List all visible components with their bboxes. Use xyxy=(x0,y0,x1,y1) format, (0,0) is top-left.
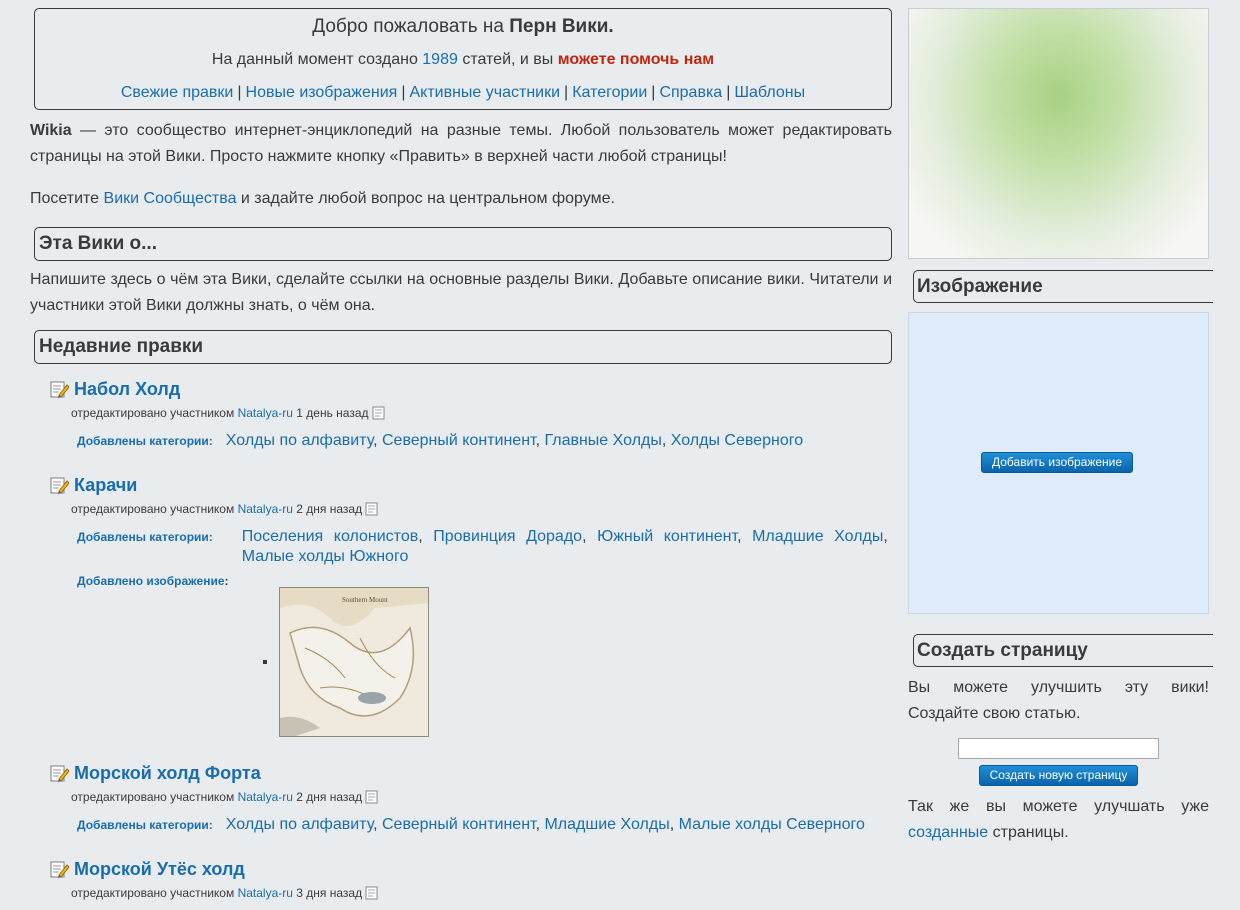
edit-page-icon xyxy=(50,381,70,398)
sidebar-image[interactable] xyxy=(908,8,1209,259)
user-link[interactable]: Natalya-ru xyxy=(238,885,293,901)
intro-paragraph: Wikia — это сообщество интернет-энциклоп… xyxy=(30,122,892,165)
category-link[interactable]: Холды по алфавиту xyxy=(226,816,373,833)
community-wiki-link[interactable]: Вики Сообщества xyxy=(104,190,237,207)
main-content: Добро пожаловать на Перн Вики. На данный… xyxy=(30,8,892,901)
category-link[interactable]: Поселения колонистов xyxy=(242,528,418,545)
categories-list: Холды по алфавиту, Северный континент, М… xyxy=(225,816,865,833)
category-link[interactable]: Северный континент xyxy=(382,432,536,449)
edit-meta: отредактировано участником Natalya-ru 3 … xyxy=(71,885,892,901)
edit-page-icon xyxy=(50,477,70,494)
category-link[interactable]: Главные Холды xyxy=(544,432,661,449)
about-text: Напишите здесь о чём эта Вики, сделайте … xyxy=(30,271,892,314)
edit-page-icon xyxy=(50,861,70,878)
diff-icon[interactable] xyxy=(365,502,379,516)
svg-text:Southern Mount: Southern Mount xyxy=(342,596,388,604)
added-image: Southern Mount xyxy=(263,587,892,737)
recent-changes-link[interactable]: Свежие правки xyxy=(121,84,233,101)
help-link[interactable]: Справка xyxy=(659,84,722,101)
user-link[interactable]: Natalya-ru xyxy=(238,405,293,421)
edit-title-link[interactable]: Набол Холд xyxy=(74,379,180,400)
category-link[interactable]: Южный континент xyxy=(597,528,737,545)
sidebar: Изображение Добавить изображение Создать… xyxy=(908,8,1213,846)
edit-title-link[interactable]: Карачи xyxy=(74,475,137,496)
visit-paragraph: Посетите Вики Сообщества и задайте любой… xyxy=(30,190,615,207)
edit-title-link[interactable]: Морской Утёс холд xyxy=(74,859,245,880)
create-page-heading: Создать страницу xyxy=(913,634,1213,667)
category-link[interactable]: Северный континент xyxy=(382,816,536,833)
category-link[interactable]: Малые холды Южного xyxy=(242,548,409,565)
wiki-name: Перн Вики. xyxy=(509,16,614,37)
categories-row: Добавлены категории: Холды по алфавиту, … xyxy=(77,431,892,451)
map-thumbnail[interactable]: Southern Mount xyxy=(279,587,429,737)
edit-title-row: Морской холд Форта xyxy=(50,761,892,785)
add-image-button[interactable]: Добавить изображение xyxy=(981,452,1134,473)
welcome-stats: На данный момент создано 1989 статей, и … xyxy=(211,51,715,68)
category-link[interactable]: Младшие Холды xyxy=(544,816,669,833)
help-us-link[interactable]: можете помочь нам xyxy=(558,51,714,68)
about-heading: Эта Вики о... xyxy=(34,227,892,261)
categories-row: Добавлены категории: Холды по алфавиту, … xyxy=(77,815,892,835)
edit-title-row: Морской Утёс холд xyxy=(50,857,892,881)
category-link[interactable]: Холды Северного xyxy=(671,432,803,449)
added-image-row: Добавлено изображение: Southern Mount xyxy=(77,573,892,737)
categories-list: Поселения колонистов, Провинция Дорадо, … xyxy=(241,528,888,565)
existing-pages-link[interactable]: созданные xyxy=(908,824,988,841)
improve-text: Так же вы можете улучшать уже созданные … xyxy=(908,798,1209,841)
article-count-link[interactable]: 1989 xyxy=(422,51,458,68)
edit-title-row: Набол Холд xyxy=(50,377,892,401)
categories-label: Добавлены категории: xyxy=(77,818,213,832)
active-users-link[interactable]: Активные участники xyxy=(409,84,560,101)
categories-link[interactable]: Категории xyxy=(572,84,647,101)
edit-meta: отредактировано участником Natalya-ru 2 … xyxy=(71,501,892,517)
edit-item: Морской холд Форта отредактировано участ… xyxy=(50,761,892,835)
edit-item: Морской Утёс холд отредактировано участн… xyxy=(50,857,892,901)
diff-icon[interactable] xyxy=(365,886,379,900)
category-link[interactable]: Малые холды Северного xyxy=(679,816,865,833)
edit-meta: отредактировано участником Natalya-ru 1 … xyxy=(71,405,892,421)
templates-link[interactable]: Шаблоны xyxy=(734,84,805,101)
categories-list: Холды по алфавиту, Северный континент, Г… xyxy=(225,432,804,449)
welcome-title: Добро пожаловать на Перн Вики. xyxy=(312,16,614,37)
edit-title-row: Карачи xyxy=(50,473,892,497)
edit-title-link[interactable]: Морской холд Форта xyxy=(74,763,261,784)
map-image-icon: Southern Mount xyxy=(280,588,428,736)
categories-label: Добавлены категории: xyxy=(77,434,213,448)
welcome-box: Добро пожаловать на Перн Вики. На данный… xyxy=(34,8,892,110)
create-button-wrap: Создать новую страницу xyxy=(908,765,1209,786)
edit-item: Набол Холд отредактировано участником Na… xyxy=(50,377,892,451)
new-images-link[interactable]: Новые изображения xyxy=(246,84,398,101)
user-link[interactable]: Natalya-ru xyxy=(238,501,293,517)
categories-row: Добавлены категории: Поселения колонисто… xyxy=(77,527,892,567)
edit-item: Карачи отредактировано участником Nataly… xyxy=(50,473,892,737)
diff-icon[interactable] xyxy=(372,406,386,420)
create-page-input[interactable] xyxy=(958,738,1159,759)
category-link[interactable]: Провинция Дорадо xyxy=(433,528,582,545)
create-page-text: Вы можете улучшить эту вики! Создайте св… xyxy=(908,679,1209,722)
category-link[interactable]: Младшие Холды xyxy=(752,528,883,545)
edit-page-icon xyxy=(50,765,70,782)
welcome-links: Свежие правки | Новые изображения | Активные… xyxy=(120,84,806,101)
recent-edits-heading: Недавние правки xyxy=(34,330,892,364)
category-link[interactable]: Холды по алфавиту xyxy=(226,432,373,449)
categories-label: Добавлены категории: xyxy=(77,530,213,544)
list-bullet xyxy=(263,660,267,664)
image-heading: Изображение xyxy=(913,270,1213,303)
create-page-button[interactable]: Создать новую страницу xyxy=(978,765,1139,786)
edit-meta: отредактировано участником Natalya-ru 2 … xyxy=(71,789,892,805)
image-placeholder-box: Добавить изображение xyxy=(908,312,1209,614)
user-link[interactable]: Natalya-ru xyxy=(238,789,293,805)
diff-icon[interactable] xyxy=(365,790,379,804)
